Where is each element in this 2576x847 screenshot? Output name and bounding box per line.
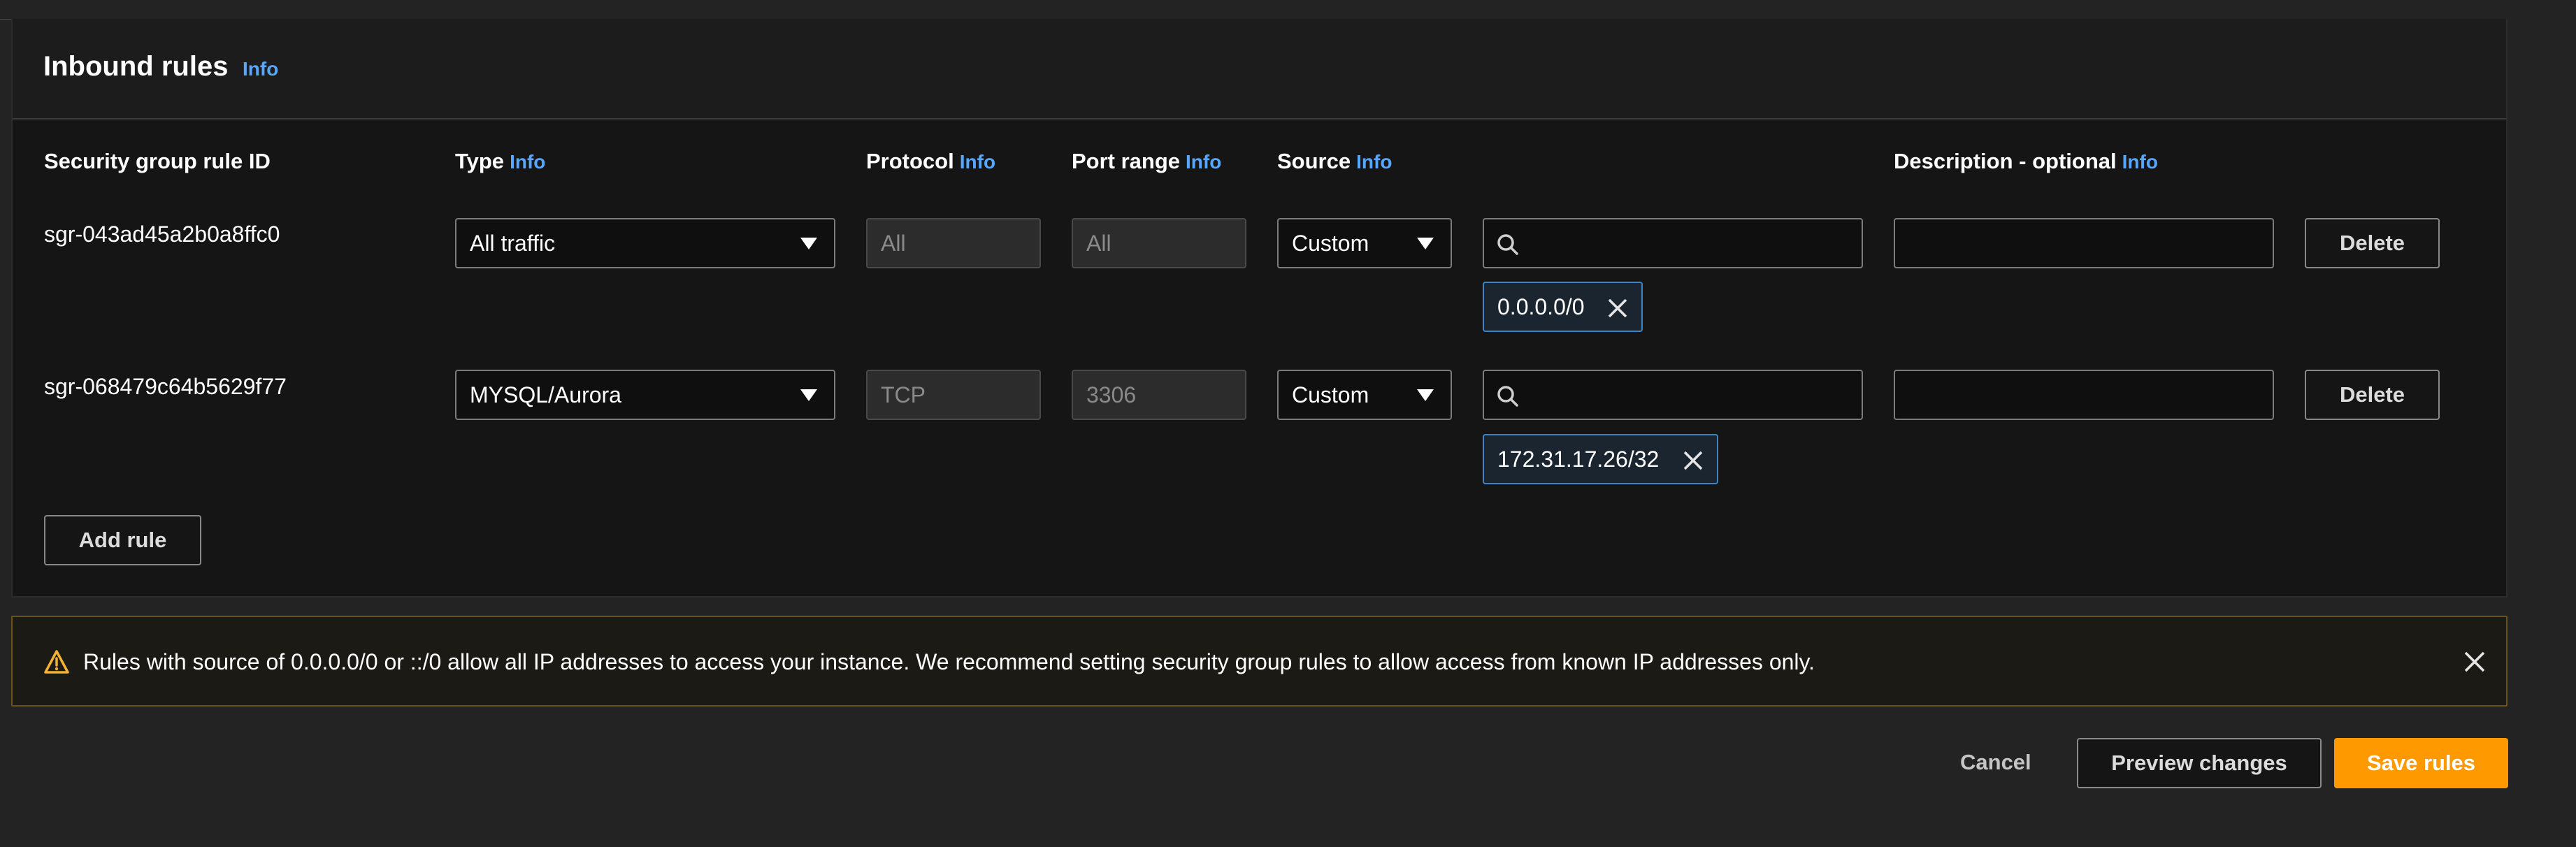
warning-alert: Rules with source of 0.0.0.0/0 or ::/0 a…: [11, 616, 2507, 707]
preview-changes-button[interactable]: Preview changes: [2077, 738, 2322, 788]
preview-changes-label: Preview changes: [2111, 751, 2287, 775]
inbound-rules-panel: Inbound rules Info Security group rule I…: [11, 19, 2507, 598]
cancel-button[interactable]: Cancel: [1960, 750, 2031, 775]
protocol-info-link[interactable]: Info: [960, 151, 995, 173]
column-header-protocol-label: Protocol: [866, 149, 954, 173]
add-rule-label: Add rule: [78, 528, 167, 552]
column-header-rule-id-label: Security group rule ID: [44, 149, 271, 173]
title-info-link[interactable]: Info: [243, 58, 278, 80]
warning-icon: [44, 650, 69, 674]
description-input[interactable]: [1894, 370, 2274, 420]
source-type-value: Custom: [1292, 382, 1369, 407]
column-header-type: Type Info: [455, 149, 545, 174]
column-header-type-label: Type: [455, 149, 505, 173]
caret-down-icon: [1417, 238, 1434, 249]
rule-id: sgr-068479c64b5629f77: [44, 374, 287, 399]
save-rules-button[interactable]: Save rules: [2334, 738, 2508, 788]
column-header-source: Source Info: [1277, 149, 1392, 174]
source-search-input[interactable]: [1483, 370, 1863, 420]
add-rule-button[interactable]: Add rule: [44, 515, 201, 565]
search-icon: [1497, 234, 1518, 255]
warning-message: Rules with source of 0.0.0.0/0 or ::/0 a…: [83, 649, 1815, 674]
save-rules-label: Save rules: [2366, 751, 2476, 775]
source-type-select[interactable]: Custom: [1277, 218, 1452, 268]
close-icon[interactable]: [1606, 297, 1629, 319]
column-header-rule-id: Security group rule ID: [44, 149, 271, 174]
description-input[interactable]: [1894, 218, 2274, 268]
column-header-port-range-label: Port range: [1072, 149, 1181, 173]
type-select[interactable]: MYSQL/Aurora: [455, 370, 835, 420]
delete-rule-button[interactable]: Delete: [2305, 370, 2440, 420]
type-select[interactable]: All traffic: [455, 218, 835, 268]
port-range-field: 3306: [1072, 370, 1246, 420]
source-type-select[interactable]: Custom: [1277, 370, 1452, 420]
type-info-link[interactable]: Info: [510, 151, 545, 173]
delete-button-label: Delete: [2339, 231, 2405, 255]
port-range-value: All: [1086, 230, 1111, 256]
delete-button-label: Delete: [2339, 382, 2405, 407]
caret-down-icon: [800, 238, 817, 249]
column-header-description-label: Description - optional: [1894, 149, 2117, 173]
port-range-info-link[interactable]: Info: [1186, 151, 1221, 173]
source-token-label: 172.31.17.26/32: [1497, 446, 1660, 472]
caret-down-icon: [800, 389, 817, 401]
close-icon[interactable]: [1682, 449, 1704, 472]
port-range-field: All: [1072, 218, 1246, 268]
close-icon[interactable]: [2463, 650, 2487, 674]
protocol-field: TCP: [866, 370, 1041, 420]
column-header-port-range: Port range Info: [1072, 149, 1221, 174]
source-info-link[interactable]: Info: [1356, 151, 1392, 173]
caret-down-icon: [1417, 389, 1434, 401]
port-range-value: 3306: [1086, 382, 1137, 407]
panel-title: Inbound rules: [43, 51, 229, 82]
column-header-source-label: Source: [1277, 149, 1351, 173]
type-select-value: All traffic: [470, 230, 556, 256]
description-info-link[interactable]: Info: [2122, 151, 2158, 173]
column-header-description: Description - optional Info: [1894, 149, 2158, 174]
column-header-protocol: Protocol Info: [866, 149, 995, 174]
type-select-value: MYSQL/Aurora: [470, 382, 621, 407]
source-token: 172.31.17.26/32: [1483, 434, 1718, 484]
source-token: 0.0.0.0/0: [1483, 282, 1643, 332]
search-icon: [1497, 386, 1518, 407]
protocol-value: All: [881, 230, 906, 256]
source-type-value: Custom: [1292, 230, 1369, 256]
panel-header: Inbound rules Info: [13, 19, 2506, 120]
protocol-field: All: [866, 218, 1041, 268]
delete-rule-button[interactable]: Delete: [2305, 218, 2440, 268]
rule-id: sgr-043ad45a2b0a8ffc0: [44, 222, 280, 247]
source-token-label: 0.0.0.0/0: [1497, 294, 1585, 319]
protocol-value: TCP: [881, 382, 926, 407]
source-search-input[interactable]: [1483, 218, 1863, 268]
